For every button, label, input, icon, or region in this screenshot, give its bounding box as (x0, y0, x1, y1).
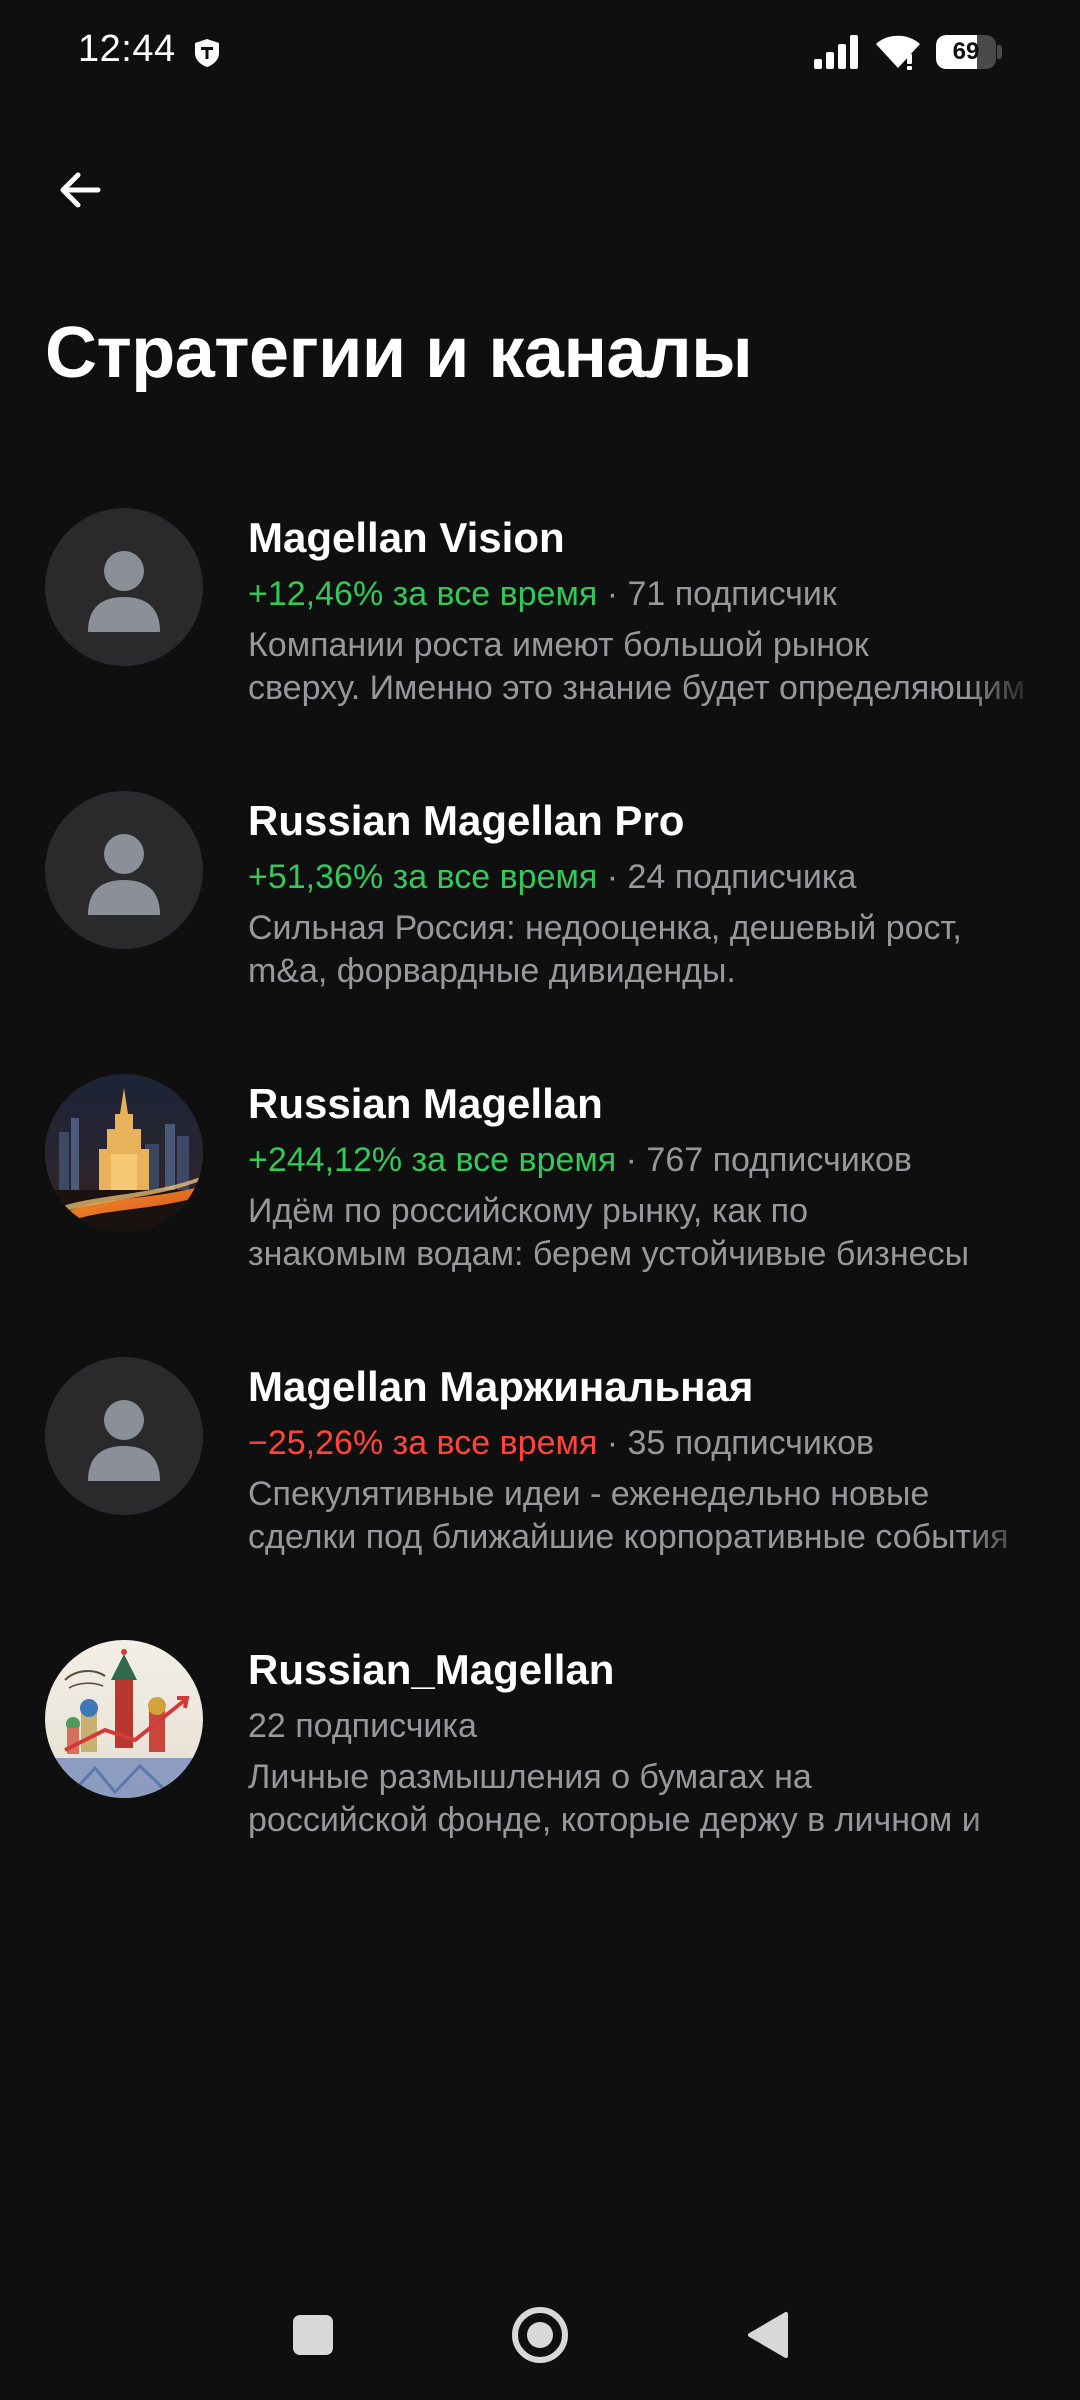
person-placeholder-icon (88, 1400, 160, 1481)
channel-stats: +244,12% за все время · 767 подписчиков (248, 1132, 1038, 1188)
triangle-back-icon (748, 2312, 788, 2358)
channel-name: Magellan Vision (248, 514, 565, 561)
channel-stats: −25,26% за все время · 35 подписчиков (248, 1415, 1038, 1471)
description-line: Сильная Россия: недооценка, дешевый рост… (248, 909, 962, 947)
shield-notification-icon (195, 39, 219, 67)
channel-name: Russian Magellan Pro (248, 797, 685, 844)
channel-description: Идём по российскому рынку, как по знаком… (248, 1190, 1038, 1276)
separator: · (597, 575, 628, 613)
description-line: Идём по российскому рынку, как по (248, 1192, 808, 1230)
description-line: Компании роста имеют большой рынок (248, 626, 869, 664)
separator: · (616, 1141, 647, 1179)
status-icons: 69 (814, 30, 1002, 74)
page-title: Стратегии и каналы (45, 313, 753, 393)
subscriber-count: 24 подписчика (627, 858, 857, 896)
avatar (45, 1640, 203, 1798)
back-button[interactable] (40, 150, 120, 230)
signal-icon (814, 35, 858, 69)
system-back-button[interactable] (707, 2270, 827, 2400)
avatar (45, 1074, 203, 1232)
channel-stats: +12,46% за все время · 71 подписчик (248, 566, 1038, 622)
circle-home-icon (512, 2307, 568, 2363)
yield-value: +51,36% за все время (248, 858, 598, 896)
square-icon (293, 2315, 333, 2355)
status-time: 12:44 (78, 28, 176, 70)
wifi-icon (876, 35, 920, 70)
battery-level: 69 (952, 38, 980, 65)
subscriber-count: 71 подписчик (627, 575, 837, 613)
description-line: знакомым водам: берем устойчивые бизнесы (248, 1235, 970, 1273)
list-item[interactable]: Russian Magellan +244,12% за все время ·… (0, 1056, 1080, 1339)
list-item[interactable]: Russian_Magellan 22 подписчика Личные ра… (0, 1622, 1080, 1905)
channel-list: Magellan Vision +12,46% за все время · 7… (0, 490, 1080, 1905)
separator: · (597, 858, 628, 896)
yield-value: +244,12% за все время (248, 1141, 617, 1179)
arrow-left-icon (60, 172, 101, 208)
avatar (45, 508, 203, 666)
person-placeholder-icon (88, 834, 160, 915)
channel-description: Сильная Россия: недооценка, дешевый рост… (248, 907, 1038, 993)
kremlin-painting-image (45, 1640, 203, 1798)
description-line: Спекулятивные идеи - еженедельно новые (248, 1475, 930, 1513)
list-item[interactable]: Magellan Маржинальная −25,26% за все вре… (0, 1339, 1080, 1622)
avatar (45, 1357, 203, 1515)
subscriber-count: 767 подписчиков (646, 1141, 912, 1179)
description-line: m&a, форвардные дивиденды. (248, 952, 736, 990)
separator: · (597, 1424, 628, 1462)
yield-value: −25,26% за все время (248, 1424, 598, 1462)
channel-name: Magellan Маржинальная (248, 1363, 754, 1410)
recents-button[interactable] (253, 2270, 373, 2400)
yield-value: +12,46% за все время (248, 575, 598, 613)
description-line: сверху. Именно это знание будет определя… (248, 669, 1026, 707)
subscriber-count: 35 подписчиков (627, 1424, 875, 1462)
description-line: российской фонде, которые держу в личном… (248, 1801, 981, 1839)
channel-stats: 22 подписчика (248, 1698, 1038, 1754)
channel-description: Спекулятивные идеи - еженедельно новые с… (248, 1473, 1038, 1559)
channel-description: Личные размышления о бумагах на российск… (248, 1756, 1038, 1842)
description-line: Личные размышления о бумагах на (248, 1758, 812, 1796)
channel-name: Russian_Magellan (248, 1646, 615, 1693)
avatar (45, 791, 203, 949)
channel-name: Russian Magellan (248, 1080, 603, 1127)
description-line: сделки под ближайшие корпоративные событ… (248, 1518, 1009, 1556)
list-item[interactable]: Magellan Vision +12,46% за все время · 7… (0, 490, 1080, 773)
channel-stats: +51,36% за все время · 24 подписчика (248, 849, 1038, 905)
channel-description: Компании роста имеют большой рынок сверх… (248, 624, 1038, 710)
person-placeholder-icon (88, 551, 160, 632)
subscriber-count: 22 подписчика (248, 1707, 477, 1745)
battery-icon: 69 (936, 35, 1002, 69)
home-button[interactable] (480, 2270, 600, 2400)
status-bar: 12:44 69 (0, 0, 1080, 104)
navigation-bar (0, 2270, 1080, 2400)
moscow-night-photo (45, 1074, 203, 1232)
list-item[interactable]: Russian Magellan Pro +51,36% за все врем… (0, 773, 1080, 1056)
